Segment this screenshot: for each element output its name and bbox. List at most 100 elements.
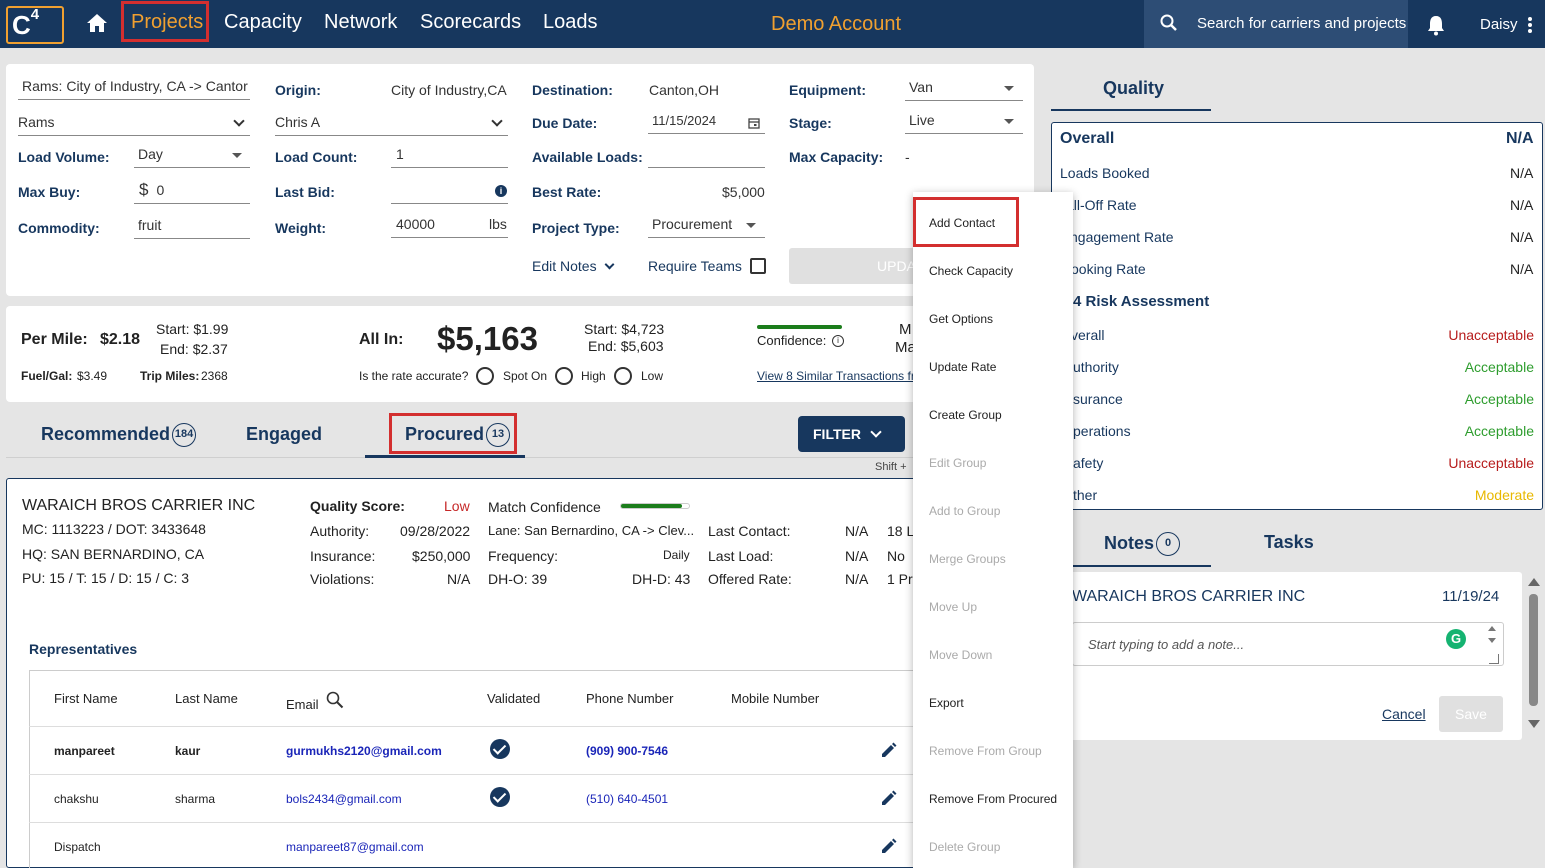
market-label-cut-1: M <box>899 321 912 338</box>
edit-pencil-icon[interactable] <box>879 740 899 763</box>
menu-item-remove-from-group: Remove From Group <box>929 744 1042 758</box>
menu-item-remove-from-procured[interactable]: Remove From Procured <box>929 792 1057 806</box>
max-buy-input[interactable]: $0 <box>134 180 250 204</box>
weight-input[interactable]: 40000 lbs <box>391 216 508 238</box>
menu-item-create-group[interactable]: Create Group <box>929 408 1002 422</box>
bell-icon[interactable] <box>1426 14 1446 39</box>
trip-miles-value: 2368 <box>201 369 228 383</box>
edit-notes-toggle[interactable]: Edit Notes <box>532 258 615 274</box>
customer-select[interactable]: Rams <box>18 114 250 136</box>
best-rate-value: $5,000 <box>722 184 765 200</box>
carrier-name[interactable]: WARAICH BROS CARRIER INC <box>22 497 255 515</box>
nav-projects[interactable]: Projects <box>131 11 203 34</box>
chevron-down-icon <box>491 115 503 127</box>
low-radio[interactable] <box>614 367 632 385</box>
search-bar[interactable]: Search for carriers and projects <box>1144 0 1408 48</box>
info-icon[interactable]: i <box>495 185 507 197</box>
stage-label: Stage: <box>789 115 832 131</box>
scroll-down-arrow-icon[interactable] <box>1528 720 1540 728</box>
calendar-icon[interactable] <box>748 116 760 132</box>
note-carrier-name: WARAICH BROS CARRIER INC <box>1072 588 1306 605</box>
row-divider <box>29 822 913 823</box>
tab-recommended[interactable]: Recommended 184 <box>41 423 197 447</box>
col-last-name[interactable]: Last Name <box>175 691 238 706</box>
currency-symbol: $ <box>139 180 149 199</box>
last-contact-label: Last Contact: <box>708 523 791 539</box>
validated-check-icon <box>490 739 510 759</box>
last-bid-input[interactable]: i <box>391 180 508 204</box>
load-count-input[interactable]: 1 <box>391 146 508 168</box>
nav-scorecards[interactable]: Scorecards <box>420 11 521 34</box>
owner-select[interactable]: Chris A <box>275 114 508 136</box>
offered-rate-value: N/A <box>845 571 869 587</box>
scrollbar-thumb[interactable] <box>1529 594 1538 706</box>
col-phone[interactable]: Phone Number <box>586 691 673 706</box>
available-loads-label: Available Loads: <box>532 149 643 165</box>
cancel-link[interactable]: Cancel <box>1382 706 1426 722</box>
project-name-input[interactable]: Rams: City of Industry, CA -> Cantor <box>18 78 250 100</box>
rep-phone[interactable]: (909) 900-7546 <box>586 744 668 758</box>
note-input[interactable]: Start typing to add a note... <box>1072 622 1504 666</box>
c4-logo[interactable]: C4 <box>6 6 64 44</box>
match-confidence-label: Match Confidence <box>488 499 601 515</box>
save-button[interactable]: Save <box>1439 696 1503 732</box>
tab-quality[interactable]: Quality <box>1103 78 1164 99</box>
note-scroll-up-icon[interactable] <box>1488 626 1496 631</box>
scroll-up-arrow-icon[interactable] <box>1528 578 1540 586</box>
all-in-end: End: $5,603 <box>588 338 664 354</box>
info-outline-icon[interactable]: i <box>832 335 844 347</box>
load-volume-label: Load Volume: <box>18 149 110 165</box>
grammarly-icon[interactable]: G <box>1446 629 1466 649</box>
col-mobile[interactable]: Mobile Number <box>731 691 819 706</box>
spot-on-label: Spot On <box>503 369 548 383</box>
menu-item-move-up: Move Up <box>929 600 978 614</box>
col-email[interactable]: Email <box>286 697 319 712</box>
tab-procured[interactable]: Procured 13 <box>405 423 511 447</box>
shift-hint: Shift + <box>875 461 907 473</box>
require-teams-checkbox[interactable] <box>750 258 766 274</box>
rep-email[interactable]: bols2434@gmail.com <box>286 792 402 806</box>
filter-label: FILTER <box>813 426 861 442</box>
user-name[interactable]: Daisy <box>1480 16 1518 33</box>
commodity-input[interactable]: fruit <box>134 217 250 239</box>
rep-email[interactable]: manpareet87@gmail.com <box>286 840 424 854</box>
spot-on-radio[interactable] <box>476 367 494 385</box>
col-validated[interactable]: Validated <box>487 691 540 706</box>
resize-handle-icon[interactable] <box>1489 654 1499 664</box>
home-icon[interactable] <box>86 12 108 34</box>
nav-loads[interactable]: Loads <box>543 11 598 34</box>
menu-item-get-options[interactable]: Get Options <box>929 312 993 326</box>
available-loads-input[interactable] <box>648 146 765 168</box>
due-date-input[interactable]: 11/15/2024 <box>648 112 765 134</box>
col-first-name[interactable]: First Name <box>54 691 118 706</box>
high-label: High <box>581 369 606 383</box>
equipment-select[interactable]: Van <box>905 79 1023 101</box>
tab-engaged[interactable]: Engaged <box>246 424 322 445</box>
nav-network[interactable]: Network <box>324 11 397 34</box>
low-label: Low <box>641 369 664 383</box>
quality-row-value: N/A <box>1510 197 1534 213</box>
notes-count-badge: 0 <box>1156 532 1181 556</box>
filter-button[interactable]: FILTER <box>798 416 905 452</box>
edit-pencil-icon[interactable] <box>879 836 899 859</box>
tab-tasks[interactable]: Tasks <box>1264 532 1314 553</box>
similar-transactions-link[interactable]: View 8 Similar Transactions fr <box>757 369 913 383</box>
rep-phone[interactable]: (510) 640-4501 <box>586 792 668 806</box>
nav-capacity[interactable]: Capacity <box>224 11 302 34</box>
more-vert-icon[interactable] <box>1527 16 1533 34</box>
menu-item-update-rate[interactable]: Update Rate <box>929 360 996 374</box>
logo-letter: C <box>12 10 31 40</box>
email-search-icon[interactable] <box>326 691 344 712</box>
caret-down-icon <box>1004 119 1014 124</box>
edit-pencil-icon[interactable] <box>879 788 899 811</box>
note-scroll-down-icon[interactable] <box>1488 638 1496 643</box>
tab-notes[interactable]: Notes 0 <box>1104 532 1181 556</box>
menu-item-export[interactable]: Export <box>929 696 964 710</box>
rep-email[interactable]: gurmukhs2120@gmail.com <box>286 744 442 758</box>
stage-select[interactable]: Live <box>905 112 1023 134</box>
load-volume-select[interactable]: Day <box>134 146 250 168</box>
menu-item-check-capacity[interactable]: Check Capacity <box>929 264 1013 278</box>
high-radio[interactable] <box>555 367 573 385</box>
fuel-value: $3.49 <box>77 369 108 383</box>
project-type-select[interactable]: Procurement <box>648 216 765 238</box>
